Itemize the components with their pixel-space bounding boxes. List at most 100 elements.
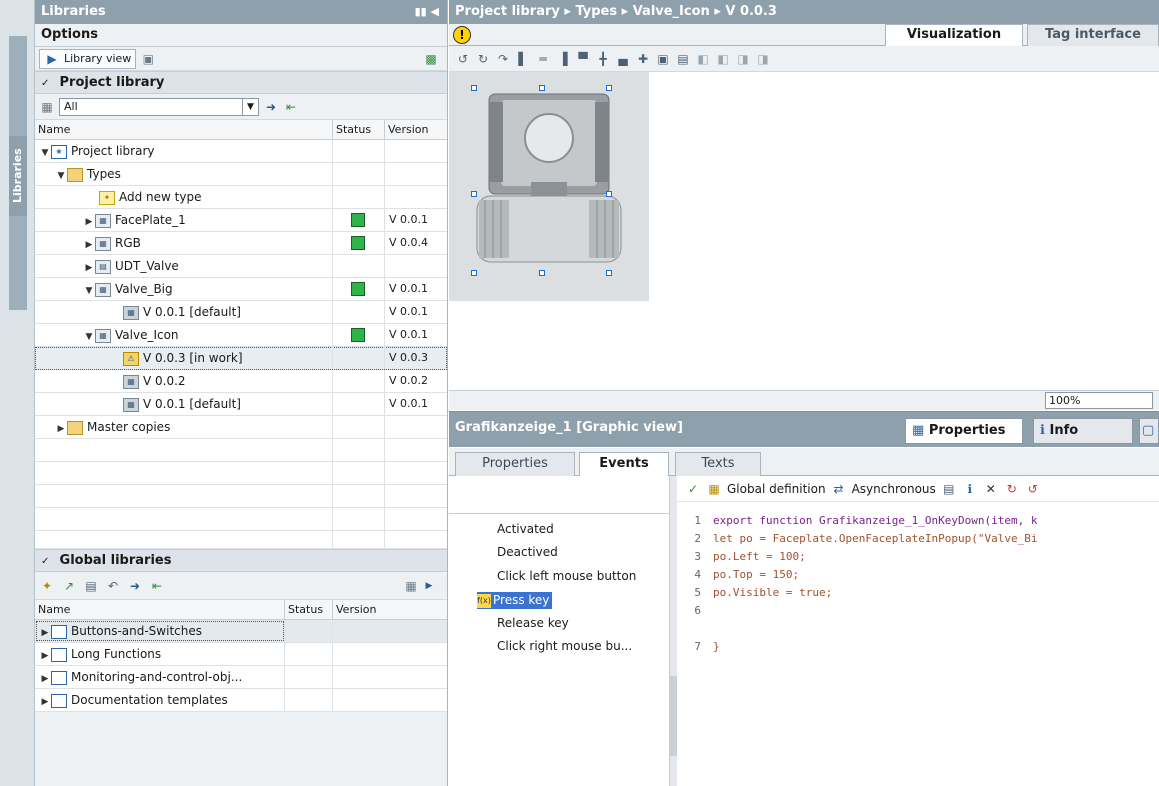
tab-inspector-diagnostics[interactable]: ▢ xyxy=(1139,418,1159,444)
type-filter-dropdown[interactable]: All ▼ xyxy=(59,97,259,116)
event-deactived[interactable]: Deactived xyxy=(497,545,558,559)
libraries-vertical-tab[interactable]: Libraries xyxy=(9,136,27,216)
rotate-left-icon[interactable]: ↺ xyxy=(455,51,471,67)
library-filter-icon[interactable]: ▦ xyxy=(39,99,55,115)
global-library-row[interactable]: ▶ Monitoring-and-control-obj... xyxy=(35,666,447,689)
tab-inspector-info[interactable]: ℹ Info xyxy=(1033,418,1133,444)
bring-forward-icon[interactable]: ◧ xyxy=(715,51,731,67)
snippets-icon[interactable]: ▤ xyxy=(941,481,957,497)
expand-right-icon[interactable]: ▶ xyxy=(83,234,95,254)
expand-right-icon[interactable]: ▶ xyxy=(83,211,95,231)
expand-down-icon[interactable]: ▼ xyxy=(83,326,95,346)
project-library-header[interactable]: ✓ Project library xyxy=(35,71,447,94)
resize-handle[interactable] xyxy=(539,270,545,276)
import-icon[interactable]: ⇤ xyxy=(149,578,165,594)
same-width-icon[interactable]: ▣ xyxy=(655,51,671,67)
global-definition-icon[interactable]: ▦ xyxy=(706,481,722,497)
options-header[interactable]: Options xyxy=(35,24,447,47)
column-status[interactable]: Status xyxy=(285,600,333,619)
event-release-key[interactable]: Release key xyxy=(497,616,569,630)
resize-handle[interactable] xyxy=(539,85,545,91)
panel-controls[interactable]: ▮▮ ◀ xyxy=(415,0,439,24)
tree-row-valve-icon[interactable]: ▼ ▦ Valve_Icon V 0.0.1 xyxy=(35,324,447,347)
tree-row-version[interactable]: ▦ V 0.0.1 [default] V 0.0.1 xyxy=(35,393,447,416)
event-click-left-mouse[interactable]: Click left mouse button xyxy=(497,569,636,583)
same-height-icon[interactable]: ▤ xyxy=(675,51,691,67)
tree-row-valve-big[interactable]: ▼ ▦ Valve_Big V 0.0.1 xyxy=(35,278,447,301)
distribute-icon[interactable]: ✚ xyxy=(635,51,651,67)
tree-row-project-library[interactable]: ▼ ★ Project library xyxy=(35,140,447,163)
resize-handle[interactable] xyxy=(471,191,477,197)
align-bottom-icon[interactable]: ▄ xyxy=(615,51,631,67)
event-activated[interactable]: Activated xyxy=(497,522,554,536)
resize-handle[interactable] xyxy=(606,191,612,197)
expand-down-icon[interactable]: ▼ xyxy=(55,165,67,185)
tree-row-version[interactable]: ▦ V 0.0.1 [default] V 0.0.1 xyxy=(35,301,447,324)
expand-right-icon[interactable]: ▶ xyxy=(39,691,51,711)
info-snippet-icon[interactable]: ℹ xyxy=(962,481,978,497)
open-library-icon[interactable]: ↗ xyxy=(61,578,77,594)
event-press-key[interactable]: f(x) Press key xyxy=(477,592,553,609)
align-right-icon[interactable]: ▐ xyxy=(555,51,571,67)
close-library-icon[interactable]: ↶ xyxy=(105,578,121,594)
tree-row-version-in-work[interactable]: ⚠ V 0.0.3 [in work] V 0.0.3 xyxy=(35,347,447,370)
expand-down-icon[interactable]: ▼ xyxy=(39,142,51,162)
tree-row-faceplate-1[interactable]: ▶ ▦ FacePlate_1 V 0.0.1 xyxy=(35,209,447,232)
column-version[interactable]: Version xyxy=(385,120,447,139)
rotate-right-icon[interactable]: ↷ xyxy=(495,51,511,67)
resize-handle[interactable] xyxy=(606,270,612,276)
tab-inspector-properties[interactable]: ▦ Properties xyxy=(905,418,1023,444)
save-library-icon[interactable]: ▤ xyxy=(83,578,99,594)
resize-handle[interactable] xyxy=(471,270,477,276)
update-library-icon[interactable]: ▩ xyxy=(423,51,439,67)
tree-row-rgb[interactable]: ▶ ▦ RGB V 0.0.4 xyxy=(35,232,447,255)
global-libraries-header[interactable]: ✓ Global libraries xyxy=(35,549,447,572)
expand-right-icon[interactable]: ▶ xyxy=(39,622,51,642)
global-definition-button[interactable]: Global definition xyxy=(727,482,826,496)
expand-right-icon[interactable]: ▶ xyxy=(39,645,51,665)
visualization-canvas[interactable] xyxy=(449,72,1159,390)
tab-tag-interface[interactable]: Tag interface xyxy=(1027,24,1159,46)
tab-visualization[interactable]: Visualization xyxy=(885,24,1023,46)
rotate-icon[interactable]: ↻ xyxy=(475,51,491,67)
library-view-button[interactable]: ▶ Library view xyxy=(39,48,137,69)
global-library-row[interactable]: ▶ Documentation templates xyxy=(35,689,447,712)
export-icon[interactable]: ➜ xyxy=(127,578,143,594)
expand-right-icon[interactable]: ▶ xyxy=(55,418,67,438)
event-list-scrollbar[interactable] xyxy=(669,476,678,786)
import-icon[interactable]: ⇤ xyxy=(283,99,299,115)
align-left-icon[interactable]: ▌ xyxy=(515,51,531,67)
subtab-texts[interactable]: Texts xyxy=(675,452,761,476)
tree-row-udt-valve[interactable]: ▶ ▤ UDT_Valve xyxy=(35,255,447,278)
new-library-icon[interactable]: ✦ xyxy=(39,578,55,594)
library-filter-icon[interactable]: ▦ xyxy=(403,578,419,594)
tree-row-add-new-type[interactable]: ✦ Add new type xyxy=(35,186,447,209)
column-status[interactable]: Status xyxy=(333,120,385,139)
resize-handle[interactable] xyxy=(606,85,612,91)
asynchronous-icon[interactable]: ⇄ xyxy=(831,481,847,497)
warning-icon[interactable]: ! xyxy=(453,26,471,44)
global-library-row[interactable]: ▶ Long Functions xyxy=(35,643,447,666)
tree-row-version[interactable]: ▦ V 0.0.2 V 0.0.2 xyxy=(35,370,447,393)
asynchronous-button[interactable]: Asynchronous xyxy=(852,482,936,496)
column-name[interactable]: Name xyxy=(35,600,285,619)
export-icon[interactable]: ➜ xyxy=(263,99,279,115)
align-center-icon[interactable]: ═ xyxy=(535,51,551,67)
send-backward-icon[interactable]: ◨ xyxy=(735,51,751,67)
column-name[interactable]: Name xyxy=(35,120,333,139)
send-back-icon[interactable]: ◨ xyxy=(755,51,771,67)
screenshot-icon[interactable]: ▣ xyxy=(140,51,156,67)
tree-row-types[interactable]: ▼ Types xyxy=(35,163,447,186)
expand-right-icon[interactable]: ▶ xyxy=(83,257,95,277)
tree-row-master-copies[interactable]: ▶ Master copies xyxy=(35,416,447,439)
zoom-select[interactable]: 100% xyxy=(1045,392,1153,409)
check-syntax-icon[interactable]: ✓ xyxy=(685,481,701,497)
unlink-icon[interactable]: ↻ xyxy=(1004,481,1020,497)
align-middle-icon[interactable]: ╋ xyxy=(595,51,611,67)
script-editor[interactable]: ✓ ▦ Global definition ⇄ Asynchronous ▤ ℹ… xyxy=(677,476,1159,786)
align-top-icon[interactable]: ▀ xyxy=(575,51,591,67)
subtab-properties[interactable]: Properties xyxy=(455,452,575,476)
resize-handle[interactable] xyxy=(471,85,477,91)
bring-front-icon[interactable]: ◧ xyxy=(695,51,711,67)
global-library-row[interactable]: ▶ Buttons-and-Switches xyxy=(35,620,447,643)
